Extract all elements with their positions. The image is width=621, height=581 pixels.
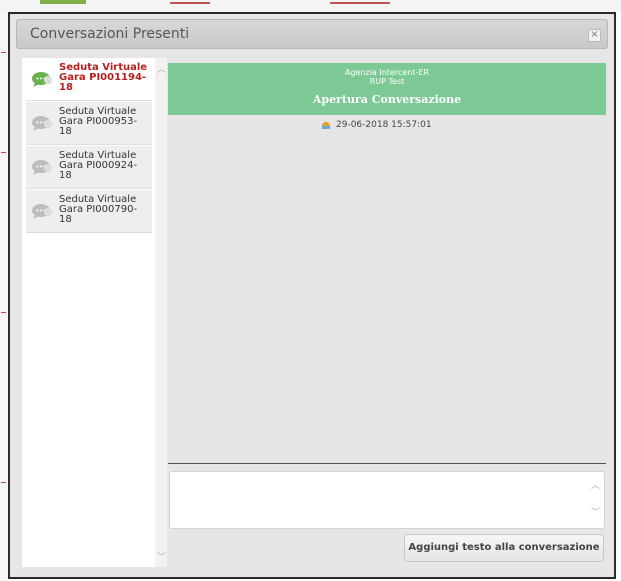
scroll-down-icon[interactable]: ﹀ [157, 550, 166, 563]
dialog-titlebar[interactable]: Conversazioni Presenti × [16, 19, 608, 49]
conversation-list-scrollbar[interactable]: ︿ ﹀ [155, 58, 167, 567]
background-strip [0, 0, 621, 12]
chat-bubble-icon [32, 204, 52, 219]
conversation-item[interactable]: Seduta Virtuale Gara PI000790-18 [26, 190, 152, 233]
close-icon[interactable]: × [588, 29, 601, 42]
conversation-label: Seduta Virtuale Gara PI000953-18 [59, 106, 138, 137]
chat-bubble-icon [32, 160, 52, 175]
conversation-item[interactable]: Seduta Virtuale Gara PI000924-18 [26, 146, 152, 189]
dialog-title: Conversazioni Presenti [30, 26, 190, 42]
conversation-label: Seduta Virtuale Gara PI000924-18 [59, 150, 138, 181]
add-text-button[interactable]: Aggiungi testo alla conversazione [404, 534, 604, 562]
message-input[interactable] [169, 471, 605, 529]
input-scroll-up-icon[interactable]: ︿ [591, 478, 600, 491]
message-header: Agenzia Intercent-ER RUP Test Apertura C… [168, 63, 606, 115]
scroll-up-icon[interactable]: ︿ [157, 62, 166, 75]
conversation-label: Seduta Virtuale Gara PI001194-18 [59, 62, 148, 93]
timestamp-icon [322, 122, 330, 129]
message-organization: Agenzia Intercent-ER [344, 68, 430, 77]
message-timestamp: 29-06-2018 15:57:01 [336, 120, 432, 130]
conversation-label: Seduta Virtuale Gara PI000790-18 [59, 194, 138, 225]
composer-divider [168, 463, 606, 464]
message-event: Apertura Conversazione [312, 93, 462, 106]
input-scroll-down-icon[interactable]: ﹀ [591, 505, 600, 518]
message-user: RUP Test [369, 77, 405, 86]
background-edge [0, 12, 8, 581]
conversation-list: Seduta Virtuale Gara PI001194-18 Seduta … [22, 58, 155, 567]
chat-bubble-icon [32, 116, 52, 131]
conversation-item[interactable]: Seduta Virtuale Gara PI000953-18 [26, 102, 152, 145]
chat-bubble-icon [32, 72, 52, 87]
conversation-item[interactable]: Seduta Virtuale Gara PI001194-18 [26, 58, 152, 101]
